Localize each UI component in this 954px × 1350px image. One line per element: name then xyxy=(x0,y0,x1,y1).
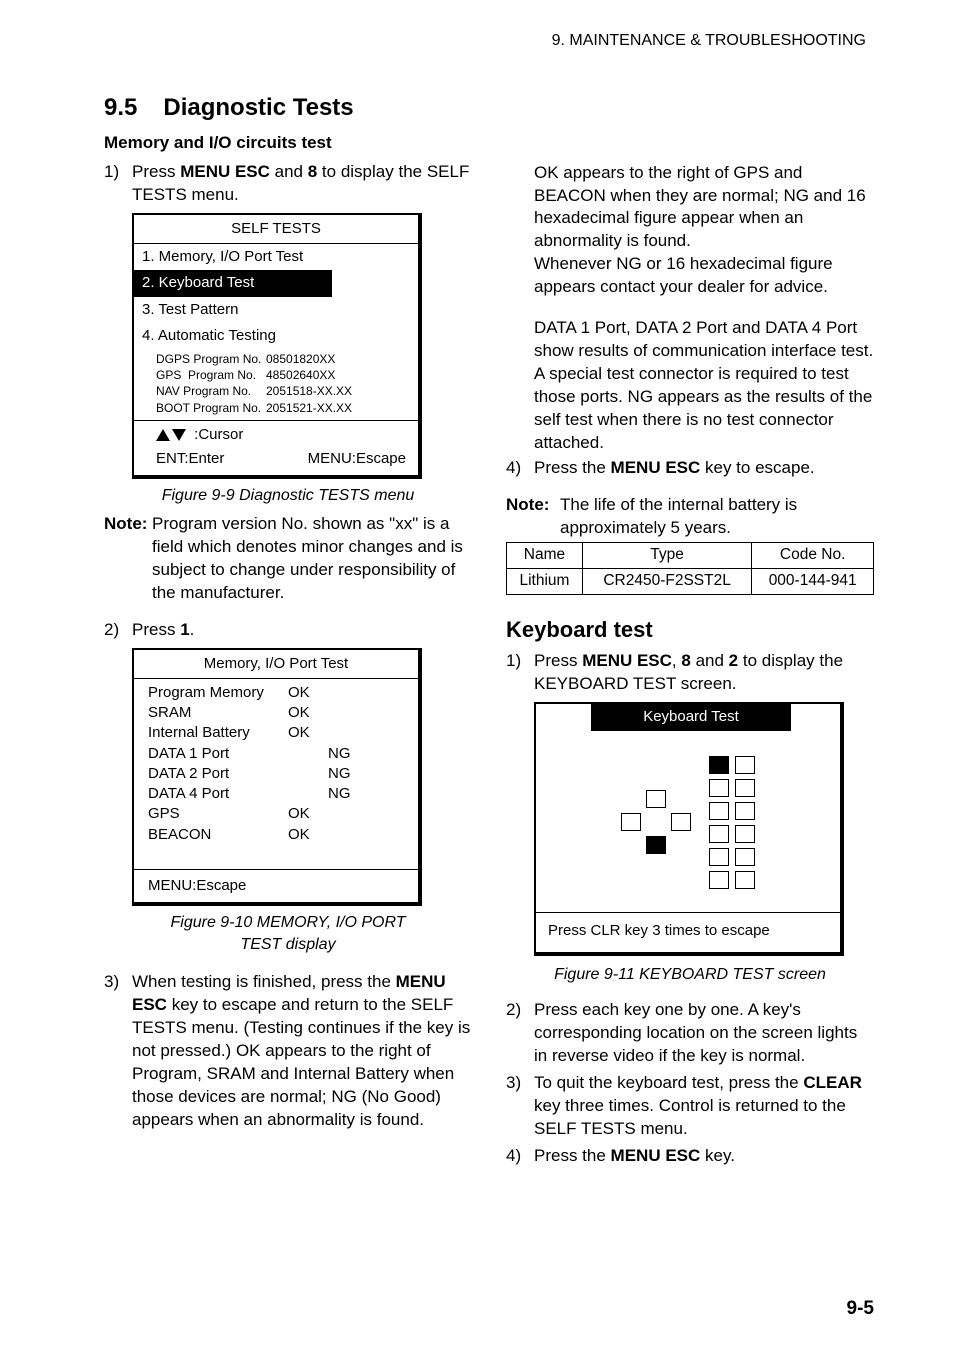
right-column: OK appears to the right of GPS and BEACO… xyxy=(506,92,874,1172)
step-num: 4) xyxy=(506,457,534,480)
keyboard-test-foot: Press CLR key 3 times to escape xyxy=(536,913,840,951)
note-battery: Note: The life of the internal battery i… xyxy=(506,494,874,540)
menu-item-memory: 1. Memory, I/O Port Test xyxy=(134,244,418,270)
self-tests-title: SELF TESTS xyxy=(134,215,418,244)
step-num: 3) xyxy=(506,1072,534,1141)
self-tests-panel: SELF TESTS 1. Memory, I/O Port Test 2. K… xyxy=(132,213,422,480)
keypad-left xyxy=(709,756,729,889)
step-body: To quit the keyboard test, press the CLE… xyxy=(534,1072,874,1141)
bat-h-code: Code No. xyxy=(752,542,874,568)
step-num: 3) xyxy=(104,971,132,1132)
menu-item-keyboard: 2. Keyboard Test xyxy=(134,270,332,296)
kb-step-3: 3) To quit the keyboard test, press the … xyxy=(506,1072,874,1141)
figure-9-11-caption: Figure 9-11 KEYBOARD TEST screen xyxy=(506,964,874,986)
keyboard-test-title: Keyboard Test xyxy=(591,703,791,731)
memory-io-title: Memory, I/O Port Test xyxy=(134,650,418,679)
step3-continuation: OK appears to the right of GPS and BEACO… xyxy=(506,162,874,455)
esc-label: MENU:Escape xyxy=(308,449,406,469)
section-number: 9.5 xyxy=(104,92,137,124)
bat-name: Lithium xyxy=(507,568,583,594)
triangle-down-icon xyxy=(172,429,186,441)
step-body: Press MENU ESC, 8 and 2 to display the K… xyxy=(534,650,874,696)
step-body: Press 1. xyxy=(132,619,472,642)
kb-step-2: 2) Press each key one by one. A key's co… xyxy=(506,999,874,1068)
key-icon xyxy=(709,825,729,843)
step-2: 2) Press 1. xyxy=(104,619,472,642)
key-icon xyxy=(735,871,755,889)
step-4: 4) Press the MENU ESC key to escape. xyxy=(506,457,874,480)
figure-9-10-caption: Figure 9-10 MEMORY, I/O PORT TEST displa… xyxy=(104,912,472,955)
note-program-version: Note: Program version No. shown as "xx" … xyxy=(104,513,472,605)
step-body: Press the MENU ESC key. xyxy=(534,1145,874,1168)
keyboard-test-heading: Keyboard test xyxy=(506,615,874,645)
kb-step-4: 4) Press the MENU ESC key. xyxy=(506,1145,874,1168)
key-icon xyxy=(735,779,755,797)
key-icon xyxy=(709,779,729,797)
step-body: Press MENU ESC and 8 to display the SELF… xyxy=(132,161,472,207)
key-icon xyxy=(709,848,729,866)
section-heading: 9.5 Diagnostic Tests xyxy=(104,92,472,124)
bat-h-type: Type xyxy=(582,542,751,568)
step-body: Press the MENU ESC key to escape. xyxy=(534,457,874,480)
section-title: Diagnostic Tests xyxy=(163,94,353,121)
key-pressed-icon xyxy=(709,756,729,774)
subsection-memory: Memory and I/O circuits test xyxy=(104,132,472,155)
bat-type: CR2450-F2SST2L xyxy=(582,568,751,594)
ent-label: ENT:Enter xyxy=(156,449,224,469)
key-icon xyxy=(621,813,641,831)
key-icon xyxy=(671,813,691,831)
cursor-keys xyxy=(621,790,691,854)
page-header: 9. MAINTENANCE & TROUBLESHOOTING xyxy=(104,30,866,52)
key-icon xyxy=(735,848,755,866)
key-icon xyxy=(646,790,666,808)
key-icon xyxy=(735,825,755,843)
keypad-right xyxy=(735,756,755,889)
step-body: When testing is finished, press the MENU… xyxy=(132,971,472,1132)
memory-io-body: Program MemoryOK SRAMOK Internal Battery… xyxy=(134,679,418,869)
step-num: 2) xyxy=(104,619,132,642)
step-1: 1) Press MENU ESC and 8 to display the S… xyxy=(104,161,472,207)
key-icon xyxy=(735,802,755,820)
menu-item-pattern: 3. Test Pattern xyxy=(134,297,418,323)
step-body: Press each key one by one. A key's corre… xyxy=(534,999,874,1068)
bat-code: 000-144-941 xyxy=(752,568,874,594)
memory-io-panel: Memory, I/O Port Test Program MemoryOK S… xyxy=(132,648,422,907)
keyboard-layout xyxy=(536,732,840,913)
battery-table: Name Type Code No. Lithium CR2450-F2SST2… xyxy=(506,542,874,595)
keyboard-test-panel: Keyboard Test xyxy=(534,702,844,956)
bat-h-name: Name xyxy=(507,542,583,568)
kb-step-1: 1) Press MENU ESC, 8 and 2 to display th… xyxy=(506,650,874,696)
memory-io-foot: MENU:Escape xyxy=(134,870,418,902)
figure-9-9-caption: Figure 9-9 Diagnostic TESTS menu xyxy=(104,485,472,507)
left-column: 9.5 Diagnostic Tests Memory and I/O circu… xyxy=(104,92,472,1172)
step-num: 1) xyxy=(104,161,132,207)
program-list: DGPS Program No.08501820XX GPS Program N… xyxy=(134,349,418,420)
step-num: 4) xyxy=(506,1145,534,1168)
triangle-up-icon xyxy=(156,429,170,441)
key-icon xyxy=(735,756,755,774)
page-number: 9-5 xyxy=(847,1296,874,1322)
key-icon xyxy=(709,802,729,820)
step-num: 2) xyxy=(506,999,534,1068)
key-pressed-icon xyxy=(646,836,666,854)
step-3: 3) When testing is finished, press the M… xyxy=(104,971,472,1132)
key-icon xyxy=(709,871,729,889)
menu-item-auto: 4. Automatic Testing xyxy=(134,323,418,349)
panel-bottom: :Cursor ENT:Enter MENU:Escape xyxy=(134,421,418,476)
step-num: 1) xyxy=(506,650,534,696)
